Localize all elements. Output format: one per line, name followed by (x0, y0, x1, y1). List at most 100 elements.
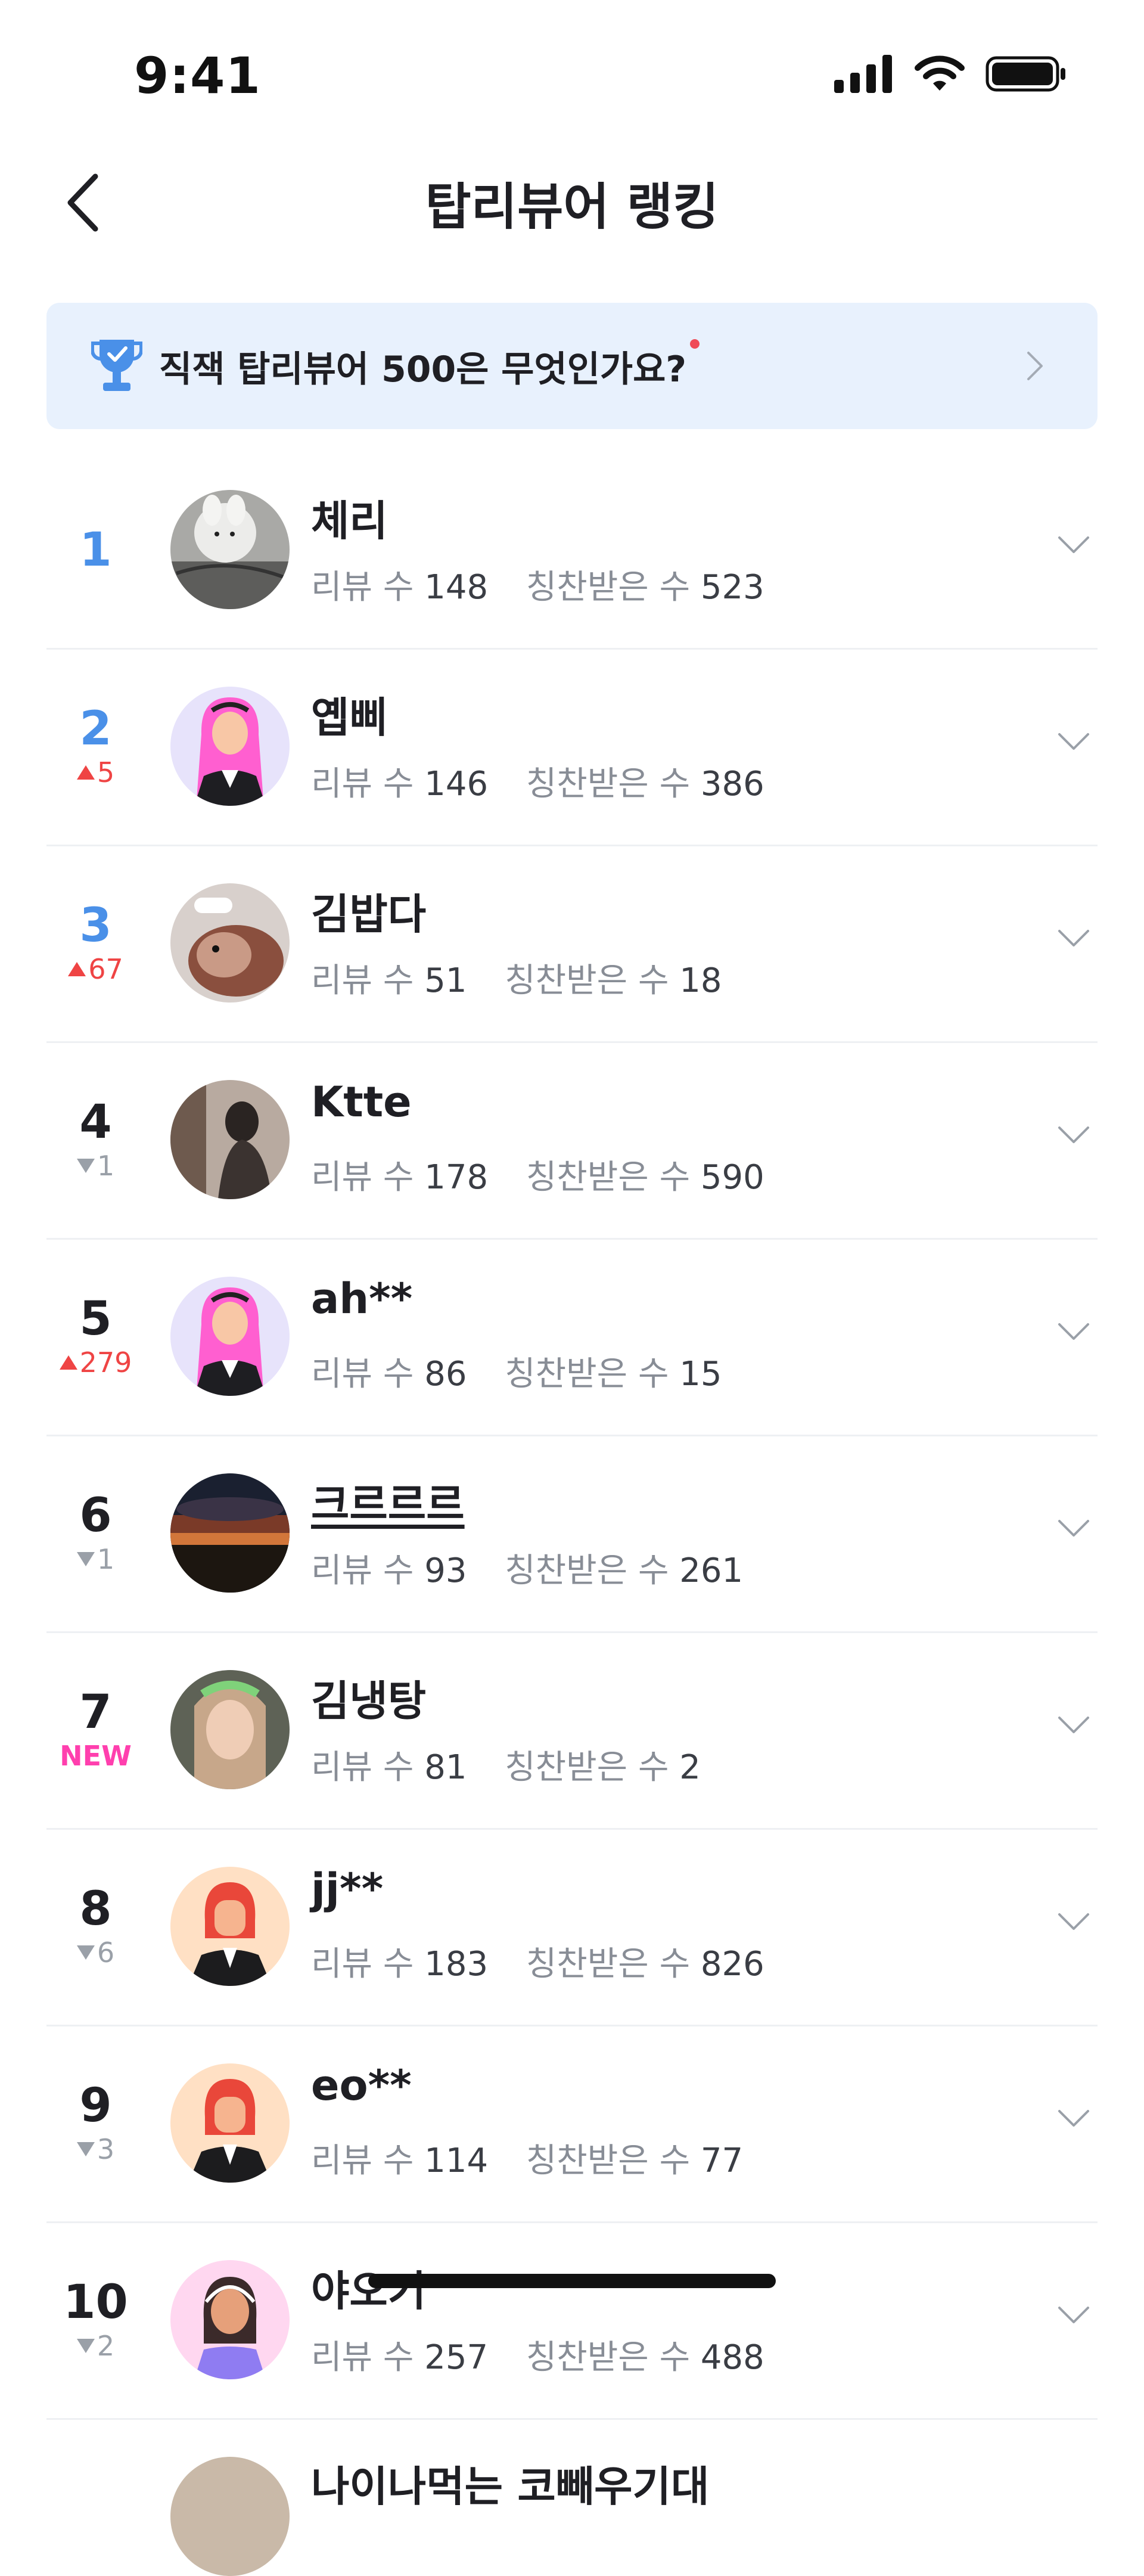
praise-count: 488 (700, 2338, 764, 2377)
rank-change-down: 1 (76, 1150, 114, 1183)
rank-number: 8 (79, 1882, 112, 1936)
rank-column: 3 67 (46, 846, 145, 1041)
praise-count: 826 (700, 1945, 764, 1984)
chevron-down-icon[interactable] (1057, 1125, 1090, 1144)
chevron-down-icon[interactable] (1057, 732, 1090, 751)
plush-toy-avatar (170, 490, 290, 609)
ranking-row[interactable]: 10 2 야오기 리뷰 수 257 칭찬받은 수 488 (46, 2223, 1098, 2420)
avatar[interactable] (170, 1277, 290, 1396)
chevron-down-icon[interactable] (1057, 1519, 1090, 1538)
rank-number: 2 (79, 702, 112, 756)
review-count-label: 리뷰 수 (311, 1355, 414, 1393)
reviewer-stats: 리뷰 수 146 칭찬받은 수 386 (311, 757, 764, 805)
praise-count-label: 칭찬받은 수 (526, 765, 691, 803)
praise-count-label: 칭찬받은 수 (505, 961, 669, 1000)
red-hair-avatar (170, 1867, 290, 1986)
reviewer-name: Ktte (311, 1078, 412, 1126)
chevron-down-icon[interactable] (1057, 2305, 1090, 2324)
ranking-row[interactable]: 5 279 ah** 리뷰 수 86 칭찬받은 수 15 (46, 1240, 1098, 1436)
avatar[interactable] (170, 1080, 290, 1199)
reviewer-stats: 리뷰 수 93 칭찬받은 수 261 (311, 1544, 743, 1592)
avatar[interactable] (170, 1867, 290, 1986)
banner-text: 직잭 탑리뷰어 500은 무엇인가요? (159, 339, 700, 392)
avatar[interactable] (170, 1670, 290, 1789)
ranking-row-partial[interactable]: 나이나먹는 코빼우기대 (46, 2420, 1098, 2576)
praise-count: 77 (700, 2142, 744, 2180)
chevron-down-icon[interactable] (1057, 535, 1090, 554)
chevron-down-icon[interactable] (1057, 929, 1090, 948)
chevron-down-icon[interactable] (1057, 1715, 1090, 1734)
review-count: 146 (424, 765, 489, 803)
avatar[interactable] (170, 883, 290, 1003)
rank-number: 4 (79, 1095, 112, 1149)
arrow-up-icon (59, 1355, 77, 1370)
chevron-down-icon[interactable] (1057, 1912, 1090, 1931)
ranking-row[interactable]: 1 체리 리뷰 수 148 칭찬받은 수 523 (46, 453, 1098, 650)
rank-number: 3 (79, 898, 112, 952)
ranking-row[interactable]: 8 6 jj** 리뷰 수 183 칭찬받은 수 826 (46, 1830, 1098, 2026)
review-count-label: 리뷰 수 (311, 1551, 414, 1590)
rank-change-up: 67 (68, 953, 123, 986)
avatar[interactable] (170, 2457, 290, 2576)
ranking-row[interactable]: 9 3 eo** 리뷰 수 114 칭찬받은 수 77 (46, 2026, 1098, 2223)
reviewer-name: 김밥다 (311, 890, 427, 939)
sunset-photo-avatar (170, 1473, 290, 1593)
review-count-label: 리뷰 수 (311, 2142, 414, 2180)
review-count-label: 리뷰 수 (311, 765, 414, 803)
reviewer-name: 김냉탕 (311, 1677, 427, 1725)
arrow-down-icon (76, 1159, 95, 1174)
rank-change-up: 5 (76, 756, 114, 789)
ranking-row[interactable]: 2 5 옙삐 리뷰 수 146 칭찬받은 수 386 (46, 650, 1098, 846)
praise-count: 2 (679, 1748, 701, 1787)
top-reviewer-info-banner[interactable]: 직잭 탑리뷰어 500은 무엇인가요? (46, 303, 1098, 429)
review-count-label: 리뷰 수 (311, 1748, 414, 1787)
chevron-down-icon[interactable] (1057, 2109, 1090, 2128)
praise-count-label: 칭찬받은 수 (505, 1355, 669, 1393)
review-count-label: 리뷰 수 (311, 1158, 414, 1197)
reviewer-name: 옙삐 (311, 693, 388, 742)
review-count: 51 (424, 961, 467, 1000)
reviewer-stats: 리뷰 수 86 칭찬받은 수 15 (311, 1347, 722, 1395)
reviewer-stats: 리뷰 수 81 칭찬받은 수 2 (311, 1740, 701, 1789)
avatar[interactable] (170, 687, 290, 806)
arrow-down-icon (76, 2142, 95, 2157)
rank-column: 1 (46, 453, 145, 648)
rank-change-down: 3 (76, 2133, 115, 2166)
reviewer-name: 크르르르 (311, 1480, 465, 1529)
rank-number: 1 (79, 523, 112, 577)
rank-change-value: 6 (97, 1936, 115, 1969)
rank-column: 7 NEW (46, 1633, 145, 1828)
rank-change-value: 2 (97, 2329, 115, 2362)
reviewer-name: 나이나먹는 코빼우기대 (311, 2462, 710, 2511)
avatar[interactable] (170, 1473, 290, 1593)
rank-change-value: 3 (97, 2133, 115, 2165)
avatar[interactable] (170, 2063, 290, 2183)
wifi-icon (915, 55, 965, 91)
ranking-row[interactable]: 4 1 Ktte 리뷰 수 178 칭찬받은 수 590 (46, 1043, 1098, 1240)
rank-change-value: 279 (79, 1346, 132, 1379)
ranking-row[interactable]: 6 1 크르르르 리뷰 수 93 칭찬받은 수 261 (46, 1436, 1098, 1633)
hamster-avatar (170, 883, 290, 1003)
praise-count: 15 (679, 1355, 722, 1393)
praise-count-label: 칭찬받은 수 (526, 2338, 691, 2377)
arrow-up-icon (76, 765, 95, 780)
reviewer-name: eo** (311, 2061, 412, 2110)
ranking-row[interactable]: 7 NEW 김냉탕 리뷰 수 81 칭찬받은 수 2 (46, 1633, 1098, 1830)
praise-count: 18 (679, 961, 722, 1000)
rank-number: 10 (63, 2275, 128, 2329)
trophy-icon (91, 340, 142, 391)
praise-count: 523 (700, 568, 764, 607)
avatar[interactable] (170, 2260, 290, 2379)
arrow-down-icon (76, 1552, 95, 1567)
new-dot-badge (690, 339, 700, 349)
arrow-down-icon (76, 2339, 95, 2354)
ranking-row[interactable]: 3 67 김밥다 리뷰 수 51 칭찬받은 수 18 (46, 846, 1098, 1043)
arrow-down-icon (76, 1945, 95, 1960)
review-count: 178 (424, 1158, 489, 1197)
avatar[interactable] (170, 490, 290, 609)
praise-count: 590 (700, 1158, 764, 1197)
chevron-down-icon[interactable] (1057, 1322, 1090, 1341)
banner-label: 직잭 탑리뷰어 500은 무엇인가요? (159, 348, 687, 390)
rank-column: 6 1 (46, 1436, 145, 1631)
arrow-up-icon (68, 962, 86, 977)
